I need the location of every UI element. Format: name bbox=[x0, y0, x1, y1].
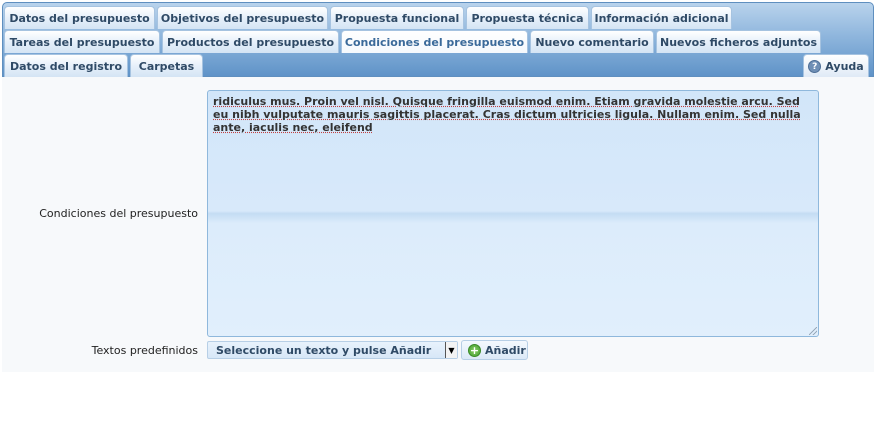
predefined-texts-select[interactable]: Seleccione un texto y pulse Añadir ▼ bbox=[207, 341, 458, 359]
tab-productos-presupuesto[interactable]: Productos del presupuesto bbox=[162, 30, 339, 53]
help-label: Ayuda bbox=[825, 59, 864, 73]
tab-carpetas[interactable]: Carpetas bbox=[130, 54, 203, 77]
tab-condiciones-presupuesto[interactable]: Condiciones del presupuesto bbox=[341, 30, 528, 53]
help-button[interactable]: ? Ayuda bbox=[803, 54, 869, 77]
tab-propuesta-funcional[interactable]: Propuesta funcional bbox=[330, 6, 464, 29]
conditions-label: Condiciones del presupuesto bbox=[39, 207, 198, 220]
tab-datos-presupuesto[interactable]: Datos del presupuesto bbox=[4, 6, 155, 29]
question-icon: ? bbox=[808, 59, 822, 73]
predefined-texts-label: Textos predefinidos bbox=[91, 344, 198, 357]
tab-propuesta-tecnica[interactable]: Propuesta técnica bbox=[466, 6, 589, 29]
tab-informacion-adicional[interactable]: Información adicional bbox=[591, 6, 732, 29]
tab-datos-registro[interactable]: Datos del registro bbox=[4, 54, 128, 77]
resize-grip-icon[interactable] bbox=[809, 327, 817, 335]
tab-nuevos-ficheros-adjuntos[interactable]: Nuevos ficheros adjuntos bbox=[656, 30, 821, 53]
plus-icon: + bbox=[468, 343, 481, 357]
add-button[interactable]: + Añadir bbox=[461, 340, 528, 360]
conditions-text: ridiculus mus. Proin vel nisl. Quisque f… bbox=[213, 95, 801, 134]
conditions-textarea[interactable]: ridiculus mus. Proin vel nisl. Quisque f… bbox=[207, 90, 819, 337]
tab-nuevo-comentario[interactable]: Nuevo comentario bbox=[530, 30, 654, 53]
chevron-down-icon[interactable]: ▼ bbox=[445, 342, 457, 358]
predefined-texts-selected: Seleccione un texto y pulse Añadir bbox=[216, 344, 432, 357]
tab-tareas-presupuesto[interactable]: Tareas del presupuesto bbox=[4, 30, 160, 53]
add-label: Añadir bbox=[485, 343, 526, 357]
tab-objetivos-presupuesto[interactable]: Objetivos del presupuesto bbox=[157, 6, 328, 29]
